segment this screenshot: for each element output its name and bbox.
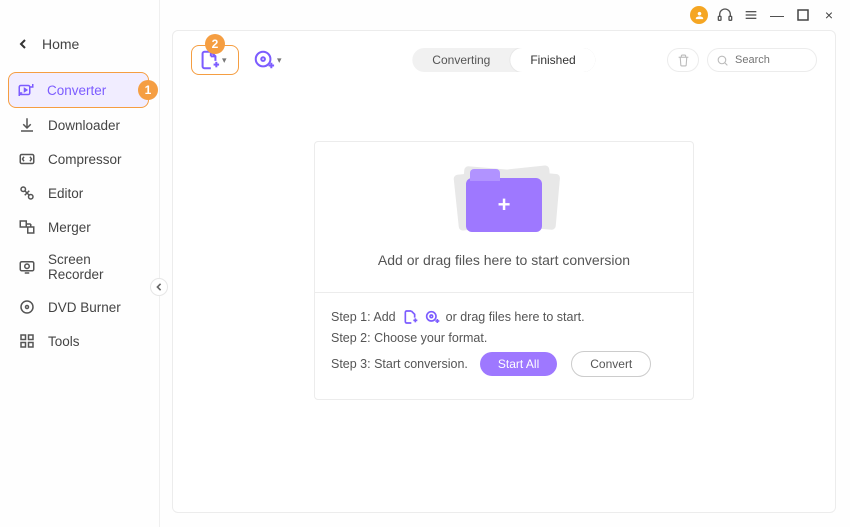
sidebar-item-converter[interactable]: Converter 1 [8, 72, 149, 108]
drop-message: Add or drag files here to start conversi… [335, 252, 673, 268]
add-file-icon[interactable] [402, 309, 418, 325]
sidebar-item-editor[interactable]: Editor [0, 176, 159, 210]
nav-list: Converter 1 Downloader Compressor Editor [0, 72, 159, 358]
window-maximize[interactable] [794, 6, 812, 24]
annotation-badge-2: 2 [205, 34, 225, 54]
search-field[interactable] [707, 48, 817, 72]
step-1: Step 1: Add or drag files here to start. [331, 309, 677, 325]
window-close[interactable]: × [820, 6, 838, 24]
toolbar-right [667, 48, 817, 72]
sidebar-item-label: DVD Burner [48, 300, 121, 315]
start-all-button[interactable]: Start All [480, 352, 557, 376]
main-panel: 2 ▾ ▾ Converting Finished [172, 30, 836, 513]
folder-icon: + [466, 178, 542, 232]
home-label: Home [42, 36, 79, 52]
dvd-burner-icon [18, 298, 36, 316]
search-icon [716, 54, 729, 67]
toolbar: 2 ▾ ▾ Converting Finished [173, 31, 835, 85]
step-3: Step 3: Start conversion. Start All Conv… [331, 351, 677, 377]
window-minimize[interactable]: — [768, 6, 786, 24]
sidebar-collapse-handle[interactable] [150, 278, 168, 296]
sidebar-item-label: Merger [48, 220, 91, 235]
folder-illustration: + [444, 162, 564, 238]
sidebar-item-tools[interactable]: Tools [0, 324, 159, 358]
home-nav[interactable]: Home [0, 26, 159, 62]
sidebar-item-label: Converter [47, 83, 106, 98]
chevron-left-icon [155, 283, 163, 291]
compressor-icon [18, 150, 36, 168]
sidebar-item-downloader[interactable]: Downloader [0, 108, 159, 142]
user-avatar[interactable] [690, 6, 708, 24]
step-3-label: Step 3: Start conversion. [331, 357, 468, 371]
headset-icon[interactable] [716, 6, 734, 24]
drop-zone[interactable]: + Add or drag files here to start conver… [315, 142, 693, 293]
step-1-suffix: or drag files here to start. [446, 310, 585, 324]
sidebar-item-label: Compressor [48, 152, 122, 167]
sidebar-item-screen-recorder[interactable]: Screen Recorder [0, 244, 159, 290]
step-2: Step 2: Choose your format. [331, 331, 677, 345]
add-file-button[interactable]: 2 ▾ [191, 45, 239, 75]
hamburger-icon[interactable] [742, 6, 760, 24]
trash-icon [677, 54, 690, 67]
converter-icon [17, 81, 35, 99]
search-input[interactable] [735, 54, 805, 66]
chevron-down-icon[interactable]: ▾ [222, 55, 232, 66]
chevron-left-icon [18, 39, 28, 49]
add-disc-icon [253, 49, 275, 71]
sidebar-item-label: Screen Recorder [48, 252, 147, 282]
screen-recorder-icon [18, 258, 36, 276]
tools-icon [18, 332, 36, 350]
sidebar-item-compressor[interactable]: Compressor [0, 142, 159, 176]
editor-icon [18, 184, 36, 202]
add-disc-button[interactable]: ▾ [253, 49, 287, 71]
sidebar-item-dvd-burner[interactable]: DVD Burner [0, 290, 159, 324]
add-disc-icon[interactable] [424, 309, 440, 325]
sidebar-item-label: Downloader [48, 118, 120, 133]
tab-converting[interactable]: Converting [412, 48, 510, 72]
downloader-icon [18, 116, 36, 134]
steps-panel: Step 1: Add or drag files here to start.… [315, 293, 693, 399]
window-titlebar: — × [690, 0, 850, 30]
plus-icon: + [498, 192, 511, 218]
sidebar-item-label: Tools [48, 334, 80, 349]
status-tabs: Converting Finished [412, 48, 595, 72]
chevron-down-icon[interactable]: ▾ [277, 55, 287, 66]
convert-button[interactable]: Convert [571, 351, 651, 377]
drop-area: + Add or drag files here to start conver… [314, 141, 694, 400]
tab-finished[interactable]: Finished [510, 48, 595, 72]
merger-icon [18, 218, 36, 236]
sidebar-item-label: Editor [48, 186, 83, 201]
trash-button[interactable] [667, 48, 699, 72]
annotation-badge-1: 1 [138, 80, 158, 100]
step-1-prefix: Step 1: Add [331, 310, 396, 324]
sidebar-item-merger[interactable]: Merger [0, 210, 159, 244]
sidebar: Home Converter 1 Downloader Compressor [0, 0, 160, 527]
